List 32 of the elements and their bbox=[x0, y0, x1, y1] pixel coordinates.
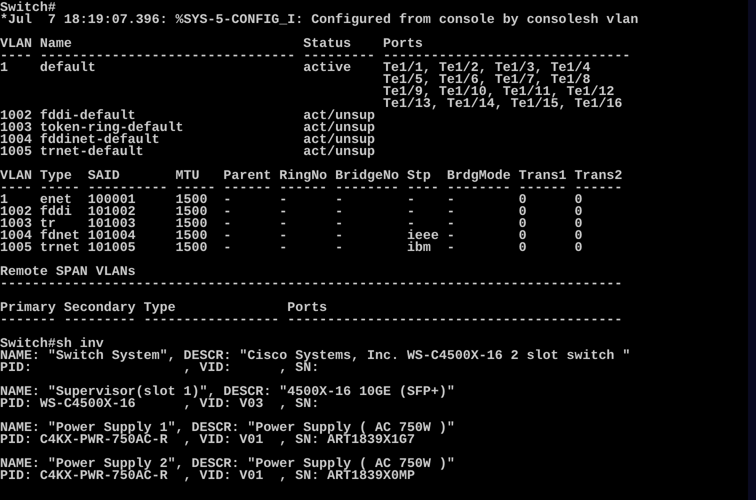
terminal-line: PID: C4KX-PWR-750AC-R , VID: V01 , SN: ART1839X1G7 bbox=[0, 434, 415, 446]
terminal-line: Remote SPAN VLANs bbox=[0, 266, 136, 278]
terminal-line: VLAN Type SAID MTU Parent RingNo BridgeNo Stp BrdgMode Trans1 Trans2 bbox=[0, 170, 622, 182]
terminal-line: Switch# bbox=[0, 2, 56, 14]
terminal-line: 1 enet 100001 1500 - - - - - 0 0 bbox=[0, 194, 582, 206]
terminal-line: 1005 trnet 101005 1500 - - - ibm - 0 0 bbox=[0, 242, 582, 254]
terminal-line: Switch#sh inv bbox=[0, 338, 104, 350]
terminal-line: 1004 fdnet 101004 1500 - - - ieee - 0 0 bbox=[0, 230, 582, 242]
terminal-line: Te1/13, Te1/14, Te1/15, Te1/16 bbox=[382, 98, 622, 110]
terminal-line: *Jul 7 18:19:07.396: %SYS-5-CONFIG_I: Configured from console by consolesh vlan bbox=[0, 14, 638, 26]
terminal-line: 1 default active Te1/1, Te1/2, Te1/3, Te1/4 bbox=[0, 62, 590, 74]
terminal-line: 1004 fddinet-default act/unsup bbox=[0, 134, 376, 146]
terminal-line: Te1/9, Te1/10, Te1/11, Te1/12 bbox=[382, 86, 614, 98]
terminal-line: PID: WS-C4500X-16 , VID: V03 , SN: bbox=[0, 398, 320, 410]
terminal-line: 1003 token-ring-default act/unsup bbox=[0, 122, 376, 134]
terminal-line: Te1/5, Te1/6, Te1/7, Te1/8 bbox=[382, 74, 590, 86]
terminal-line: ---- ----- ---------- ----- ------ ------ -------- ---- -------- ------ ------ bbox=[0, 182, 622, 194]
terminal-line: NAME: "Power Supply 2", DESCR: "Power Supply ( AC 750W )" bbox=[0, 458, 455, 470]
terminal-line: 1002 fddi-default act/unsup bbox=[0, 110, 376, 122]
terminal-line: PID: C4KX-PWR-750AC-R , VID: V01 , SN: ART1839X0MP bbox=[0, 470, 415, 482]
terminal-line: ------------------------------------------------------------------------------ bbox=[0, 278, 622, 290]
terminal-line: NAME: "Power Supply 1", DESCR: "Power Supply ( AC 750W )" bbox=[0, 422, 455, 434]
terminal-line: PID: , VID: , SN: bbox=[0, 362, 320, 374]
terminal-line: Primary Secondary Type Ports bbox=[0, 302, 328, 314]
terminal-line: ------- --------- ----------------- ------------------------------------------ bbox=[0, 314, 622, 326]
terminal-line: NAME: "Supervisor(slot 1)", DESCR: "4500X-16 10GE (SFP+)" bbox=[0, 386, 455, 398]
terminal-line: VLAN Name Status Ports bbox=[0, 38, 423, 50]
terminal-line: 1002 fddi 101002 1500 - - - - - 0 0 bbox=[0, 206, 582, 218]
terminal-line: 1005 trnet-default act/unsup bbox=[0, 146, 376, 158]
terminal-line: 1003 tr 101003 1500 - - - - - 0 0 bbox=[0, 218, 582, 230]
terminal-line: NAME: "Switch System", DESCR: "Cisco Systems, Inc. WS-C4500X-16 2 slot switch " bbox=[0, 350, 630, 362]
terminal-line: ---- -------------------------------- --------- ------------------------------- bbox=[0, 50, 630, 62]
